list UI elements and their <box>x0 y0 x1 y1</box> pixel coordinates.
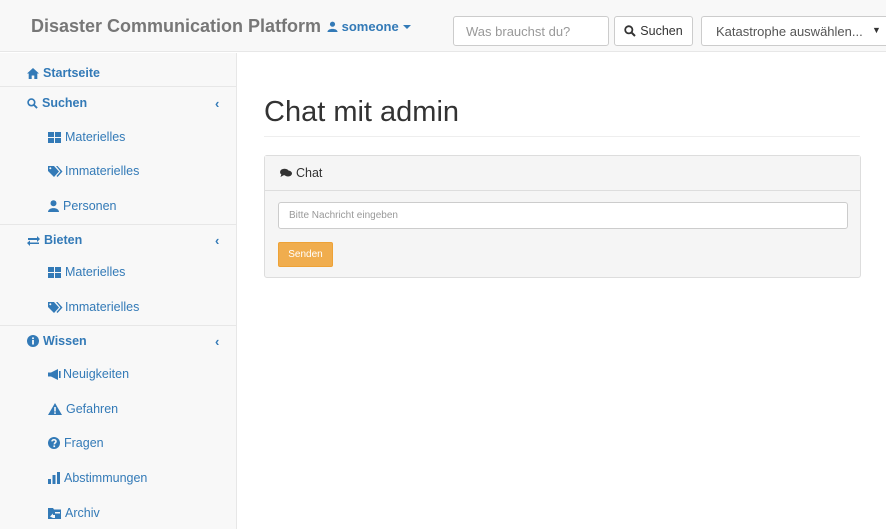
disaster-select[interactable]: Katastrophe auswählen... ▼ <box>701 16 886 46</box>
message-input[interactable] <box>278 202 848 229</box>
search-input[interactable] <box>453 16 609 46</box>
sidebar-group-bieten[interactable]: Bieten ‹ <box>0 230 237 250</box>
home-icon <box>27 67 39 79</box>
top-navbar: Disaster Communication Platform someone … <box>0 0 886 52</box>
sidebar-item-label: Immaterielles <box>65 300 140 314</box>
tags-icon <box>48 165 64 177</box>
user-menu[interactable]: someone <box>327 19 411 34</box>
sidebar-divider <box>0 86 237 87</box>
transfer-icon <box>27 235 40 246</box>
user-icon <box>327 21 338 32</box>
sidebar-group-label: Bieten <box>44 233 83 247</box>
sidebar-item-bieten-immaterielles[interactable]: Immaterielles <box>0 297 237 317</box>
sidebar-item-label: Immaterielles <box>65 164 140 178</box>
sidebar-item-label: Materielles <box>65 265 126 279</box>
chat-panel-title: Chat <box>296 166 323 180</box>
send-button[interactable]: Senden <box>278 242 333 267</box>
sidebar-item-label: Abstimmungen <box>64 471 148 485</box>
sidebar-item-label: Archiv <box>65 506 100 520</box>
search-icon <box>27 97 38 109</box>
sidebar-item-gefahren[interactable]: Gefahren <box>0 399 237 419</box>
sidebar-item-label: Gefahren <box>66 402 119 416</box>
bullhorn-icon <box>48 368 61 380</box>
chevron-left-icon[interactable]: ‹ <box>215 233 219 248</box>
brand-title[interactable]: Disaster Communication Platform <box>31 16 321 37</box>
archive-icon <box>48 507 61 519</box>
sidebar-item-startseite[interactable]: Startseite <box>0 63 237 83</box>
sidebar-group-suchen[interactable]: Suchen ‹ <box>0 93 237 113</box>
chevron-left-icon[interactable]: ‹ <box>215 96 219 111</box>
comments-icon <box>280 168 292 177</box>
info-icon <box>27 335 39 347</box>
caret-down-icon <box>402 25 411 29</box>
sidebar-group-wissen[interactable]: Wissen ‹ <box>0 331 237 351</box>
page-title: Chat mit admin <box>264 96 460 128</box>
sidebar-divider <box>0 325 237 326</box>
sidebar-item-bieten-materielles[interactable]: Materielles <box>0 262 237 282</box>
search-button-label: Suchen <box>640 24 683 38</box>
sidebar-item-abstimmungen[interactable]: Abstimmungen <box>0 468 237 488</box>
sidebar-item-label: Neuigkeiten <box>63 367 130 381</box>
warning-icon <box>48 403 62 415</box>
th-large-icon <box>48 266 61 278</box>
sidebar-group-label: Suchen <box>42 96 88 110</box>
sidebar-item-label: Materielles <box>65 130 126 144</box>
stats-icon <box>48 472 60 484</box>
sidebar-item-label: Startseite <box>43 66 100 80</box>
tags-icon <box>48 301 64 313</box>
sidebar-divider <box>0 224 237 225</box>
sidebar-item-suchen-materielles[interactable]: Materielles <box>0 127 237 147</box>
sidebar-item-fragen[interactable]: Fragen <box>0 433 237 453</box>
question-icon <box>48 437 60 449</box>
sidebar-item-label: Personen <box>63 199 117 213</box>
sidebar-item-suchen-personen[interactable]: Personen <box>0 196 237 216</box>
sidebar: Startseite Suchen ‹ Materielles Immateri… <box>0 53 237 529</box>
user-icon <box>48 200 59 212</box>
user-name: someone <box>341 19 399 34</box>
sidebar-item-archiv[interactable]: Archiv <box>0 503 237 523</box>
sidebar-item-suchen-immaterielles[interactable]: Immaterielles <box>0 161 237 181</box>
chat-panel: Chat Senden <box>264 155 861 278</box>
title-divider <box>264 136 860 137</box>
th-large-icon <box>48 131 61 143</box>
sidebar-item-label: Fragen <box>64 436 104 450</box>
sidebar-group-label: Wissen <box>43 334 87 348</box>
sidebar-item-neuigkeiten[interactable]: Neuigkeiten <box>0 364 237 384</box>
dropdown-arrow-icon: ▼ <box>872 25 881 35</box>
search-icon <box>624 25 637 37</box>
search-button[interactable]: Suchen <box>614 16 693 46</box>
chevron-left-icon[interactable]: ‹ <box>215 334 219 349</box>
disaster-select-value: Katastrophe auswählen... <box>716 23 863 39</box>
chat-panel-heading: Chat <box>265 156 860 191</box>
